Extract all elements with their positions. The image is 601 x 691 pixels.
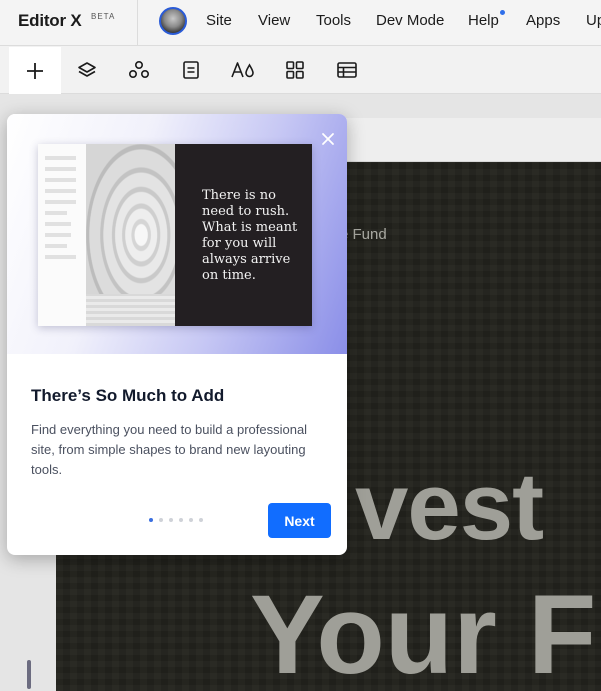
menu-view[interactable]: View: [258, 12, 290, 29]
beta-badge: BETA: [91, 12, 116, 21]
connections-icon: [128, 60, 150, 79]
mockup-sidebar: [38, 144, 86, 326]
connections-button[interactable]: [115, 46, 163, 94]
onboarding-popover: There is no need to rush. What is meant …: [7, 114, 347, 555]
step-dot[interactable]: [159, 518, 163, 522]
pages-icon: [183, 61, 199, 79]
step-indicator: [149, 518, 209, 524]
logo-area: Editor X BETA: [0, 0, 138, 46]
pages-button[interactable]: [167, 46, 215, 94]
editor-logo[interactable]: Editor X: [18, 11, 82, 31]
layers-button[interactable]: [63, 46, 111, 94]
layers-icon: [78, 62, 96, 77]
menu-upgrade[interactable]: Up: [586, 12, 601, 29]
step-dot[interactable]: [179, 518, 183, 522]
menu-tools[interactable]: Tools: [316, 12, 351, 29]
step-dot[interactable]: [199, 518, 203, 522]
popover-illustration: There is no need to rush. What is meant …: [7, 114, 347, 354]
mockup-quote-panel: There is no need to rush. What is meant …: [175, 144, 312, 326]
theme-button[interactable]: [219, 46, 267, 94]
hero-headline-line-1[interactable]: vest: [355, 452, 544, 562]
theme-icon: [231, 62, 254, 78]
menu-site[interactable]: Site: [206, 12, 232, 29]
top-menu-bar: Editor X BETA Site View Tools Dev Mode H…: [0, 0, 601, 46]
cms-button[interactable]: [323, 46, 371, 94]
popover-title: There’s So Much to Add: [31, 386, 225, 405]
help-notification-dot: [500, 10, 505, 15]
hero-headline-line-2[interactable]: Your F: [250, 570, 596, 691]
add-elements-button[interactable]: [9, 47, 61, 94]
apps-button[interactable]: [271, 46, 319, 94]
menu-apps[interactable]: Apps: [526, 12, 560, 29]
menu-dev-mode[interactable]: Dev Mode: [376, 12, 444, 29]
archway-image: [86, 144, 175, 326]
mockup-quote: There is no need to rush. What is meant …: [202, 188, 298, 283]
apps-grid-icon: [286, 61, 304, 79]
add-icon: [27, 62, 43, 79]
canvas-scroll-handle[interactable]: [27, 660, 31, 689]
next-button[interactable]: Next: [268, 503, 331, 538]
step-dot[interactable]: [169, 518, 173, 522]
menu-help[interactable]: Help: [468, 12, 499, 29]
hero-subtitle[interactable]: e Fund: [340, 226, 387, 243]
site-mockup-illustration: There is no need to rush. What is meant …: [38, 144, 312, 326]
close-icon[interactable]: [319, 130, 337, 148]
step-dot[interactable]: [149, 518, 153, 522]
site-avatar[interactable]: [159, 7, 187, 35]
popover-description: Find everything you need to build a prof…: [31, 422, 308, 477]
add-panel-toolbar: [0, 46, 601, 94]
step-dot[interactable]: [189, 518, 193, 522]
cms-table-icon: [337, 62, 357, 78]
